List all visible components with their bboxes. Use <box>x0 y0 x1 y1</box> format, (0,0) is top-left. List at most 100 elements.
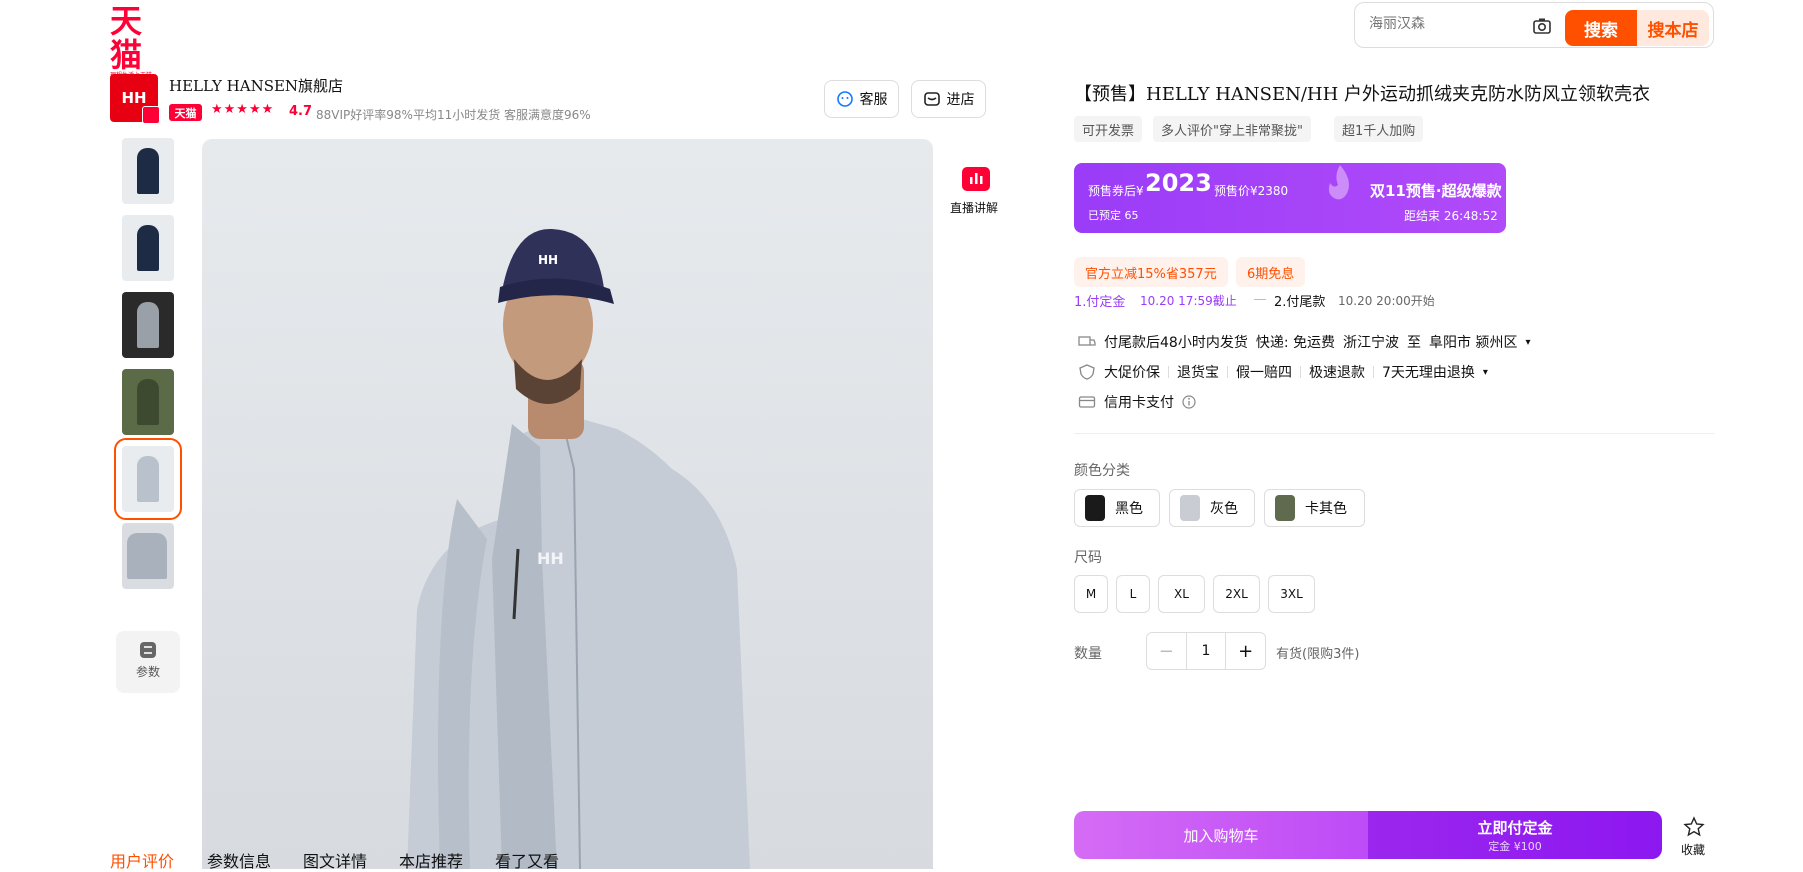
ship-to-word: 至 <box>1407 335 1421 351</box>
step-divider <box>1254 299 1266 300</box>
product-photo: HH HH <box>407 228 750 869</box>
search-button[interactable]: 搜索 <box>1565 10 1637 46</box>
shop-stat-vip: 88VIP好评率98% <box>316 108 413 122</box>
shop-rating: 4.7 <box>289 104 313 119</box>
star-icon[interactable] <box>1683 816 1705 838</box>
quantity-decrease-button[interactable]: − <box>1147 633 1187 669</box>
after-coupon-label: 预售券后¥ <box>1088 184 1144 198</box>
gallery-thumbnail[interactable] <box>122 369 174 435</box>
reserved-count: 已预定 65 <box>1088 209 1139 222</box>
guarantee-item: 假一赔四 <box>1236 365 1292 381</box>
service-label: 客服 <box>859 92 888 108</box>
divider <box>1074 433 1714 434</box>
shipping-row: 付尾款后48小时内发货 快递: 免运费 浙江宁波 至 阜阳市 颍州区 ▾ <box>1078 332 1530 352</box>
color-label: 颜色分类 <box>1074 463 1130 479</box>
product-tag: 超1千人加购 <box>1334 116 1424 142</box>
quantity-increase-button[interactable]: + <box>1225 633 1265 669</box>
info-icon[interactable] <box>1182 395 1196 409</box>
main-product-image[interactable]: HH HH <box>202 139 933 869</box>
enter-shop-button[interactable]: 进店 <box>911 80 986 118</box>
live-stream-icon[interactable] <box>962 167 990 191</box>
step-balance: 2.付尾款 <box>1274 295 1326 310</box>
shop-name[interactable]: HELLY HANSEN旗舰店 <box>169 75 343 96</box>
express-fee: 快递: 免运费 <box>1255 335 1335 351</box>
stock-status: 有货(限购3件) <box>1276 647 1360 662</box>
color-name: 灰色 <box>1210 501 1238 517</box>
guarantee-item: 极速退款 <box>1309 365 1365 381</box>
quantity-label: 数量 <box>1074 646 1102 662</box>
coupon-installment[interactable]: 6期免息 <box>1236 257 1306 287</box>
truck-icon <box>1078 336 1096 346</box>
pay-deposit-label: 立即付定金 <box>1477 818 1553 837</box>
size-option[interactable]: XL <box>1158 575 1205 613</box>
gallery-thumbnail[interactable] <box>122 138 174 204</box>
jacket-logo: HH <box>537 549 564 568</box>
rating-stars: ★★★★★ <box>211 102 275 117</box>
size-option[interactable]: L <box>1116 575 1150 613</box>
presale-price: 2023 <box>1145 169 1212 197</box>
size-option[interactable]: M <box>1074 575 1108 613</box>
delivery-time: 付尾款后48小时内发货 <box>1104 335 1248 351</box>
camera-search-icon[interactable] <box>1532 16 1552 36</box>
tab-details[interactable]: 图文详情 <box>303 848 367 872</box>
params-button[interactable]: 参数 <box>116 631 180 693</box>
cap-logo: HH <box>538 253 558 267</box>
shop-logo-text: HH <box>121 89 147 107</box>
customer-service-button[interactable]: 客服 <box>824 80 899 118</box>
product-tag: 可开发票 <box>1074 116 1143 142</box>
tmall-logo[interactable]: 天猫 理想生活上天猫 <box>110 4 176 79</box>
color-option-black[interactable]: 黑色 <box>1074 489 1160 527</box>
params-label: 参数 <box>135 665 160 679</box>
ship-from: 浙江宁波 <box>1343 335 1399 351</box>
shop-stat-shipping: 平均11小时发货 <box>413 108 501 122</box>
presale-original-price: 预售价¥2380 <box>1214 184 1289 198</box>
search-bar: 搜索 搜本店 <box>1354 2 1714 48</box>
coupon-discount[interactable]: 官方立减15%省357元 <box>1074 257 1228 287</box>
shield-icon <box>1079 364 1095 380</box>
gallery-thumbnail[interactable] <box>122 215 174 281</box>
tab-reviews[interactable]: 用户评价 <box>110 848 174 872</box>
chat-icon <box>836 91 853 107</box>
favorite-label[interactable]: 收藏 <box>1681 841 1705 858</box>
color-name: 卡其色 <box>1305 501 1347 517</box>
tab-shop-recommend[interactable]: 本店推荐 <box>399 848 463 872</box>
guarantee-item: 退货宝 <box>1177 365 1219 381</box>
flame-icon <box>1328 165 1349 200</box>
guarantee-item[interactable]: 7天无理由退换 <box>1382 362 1475 382</box>
countdown: 距结束 26:48:52 <box>1404 209 1498 223</box>
chevron-down-icon[interactable]: ▾ <box>1525 337 1530 348</box>
add-to-cart-button[interactable]: 加入购物车 <box>1074 811 1368 859</box>
shop-icon <box>923 92 940 106</box>
size-option[interactable]: 2XL <box>1213 575 1260 613</box>
ship-to-location[interactable]: 阜阳市 颍州区 <box>1429 332 1517 352</box>
payment-row: 信用卡支付 <box>1078 392 1196 412</box>
search-input[interactable] <box>1367 15 1521 33</box>
enter-shop-label: 进店 <box>946 92 975 108</box>
purchase-bar: 加入购物车 立即付定金 定金 ¥100 <box>1074 811 1662 859</box>
color-name: 黑色 <box>1115 501 1143 517</box>
swatch-image <box>1180 495 1200 521</box>
product-tag: 多人评价"穿上非常聚拢" <box>1153 116 1311 142</box>
tab-also-viewed[interactable]: 看了又看 <box>495 848 559 872</box>
gallery-thumbnail-selected[interactable] <box>114 438 182 520</box>
product-title: 【预售】HELLY HANSEN/HH 户外运动抓绒夹克防水防风立领软壳衣 <box>1074 84 1651 105</box>
color-option-khaki[interactable]: 卡其色 <box>1264 489 1365 527</box>
size-option[interactable]: 3XL <box>1268 575 1315 613</box>
chevron-down-icon[interactable]: ▾ <box>1483 367 1488 378</box>
event-label: 双11预售·超级爆款 <box>1370 182 1502 200</box>
pay-deposit-button[interactable]: 立即付定金 定金 ¥100 <box>1368 811 1662 859</box>
guarantee-row: 大促价保 退货宝 假一赔四 极速退款 7天无理由退换 ▾ <box>1078 362 1488 382</box>
deposit-amount: 定金 ¥100 <box>1488 839 1542 853</box>
sliders-icon <box>140 642 156 658</box>
color-option-gray[interactable]: 灰色 <box>1169 489 1255 527</box>
shop-logo[interactable]: HH <box>110 74 160 124</box>
step-balance-time: 10.20 20:00开始 <box>1338 294 1435 308</box>
search-shop-button[interactable]: 搜本店 <box>1637 10 1709 46</box>
size-label: 尺码 <box>1074 550 1102 566</box>
tab-params[interactable]: 参数信息 <box>207 848 271 872</box>
gallery-thumbnail[interactable] <box>122 523 174 589</box>
live-stream-label[interactable]: 直播讲解 <box>950 199 998 216</box>
gallery-thumbnail[interactable] <box>122 292 174 358</box>
quantity-input[interactable]: 1 <box>1187 633 1226 669</box>
shop-stat-service: 客服满意度96% <box>504 108 591 122</box>
